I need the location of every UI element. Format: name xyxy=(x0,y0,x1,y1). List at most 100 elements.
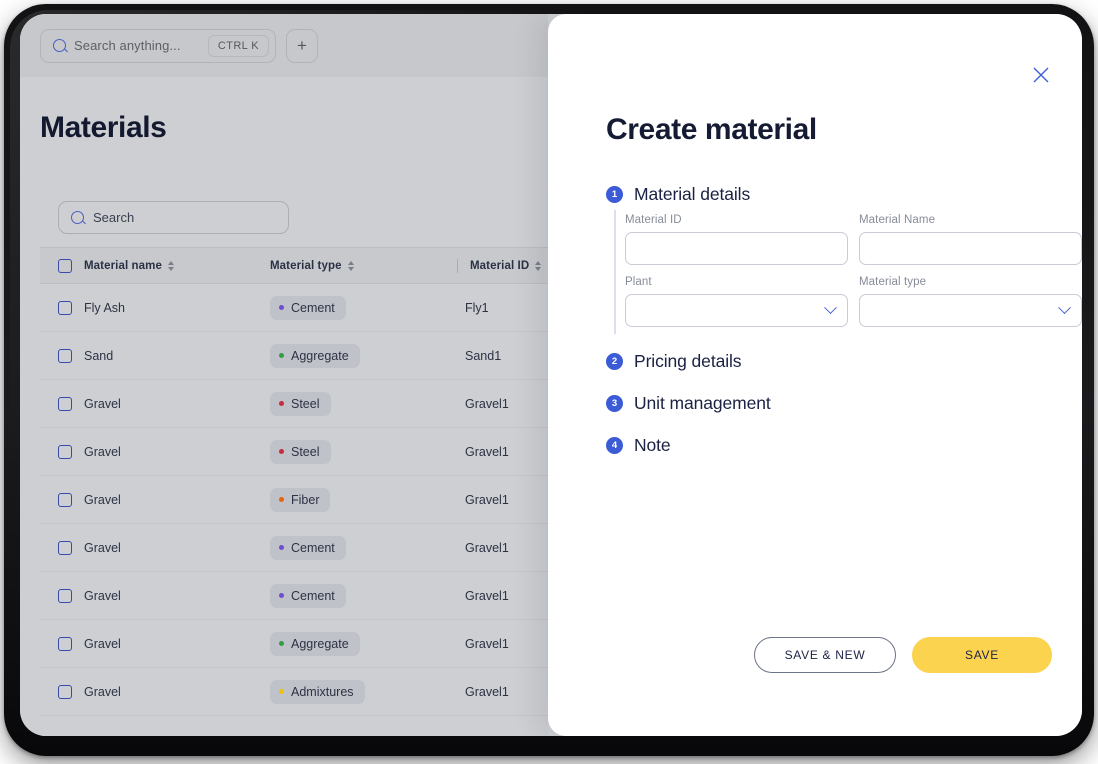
table-search-placeholder: Search xyxy=(93,210,135,225)
checkbox-icon[interactable] xyxy=(58,396,72,411)
table-header-row: Material name Material type Material ID xyxy=(40,247,548,284)
save-button[interactable]: SAVE xyxy=(912,637,1052,673)
cell-material-type: Steel xyxy=(270,391,465,416)
checkbox-icon[interactable] xyxy=(58,258,72,273)
save-and-new-button[interactable]: SAVE & NEW xyxy=(754,637,896,673)
field-label: Material Name xyxy=(859,214,936,226)
cell-material-type: Admixtures xyxy=(270,679,465,704)
step-note[interactable]: 4 Note xyxy=(606,435,671,456)
table-search-row: Search xyxy=(40,187,548,247)
checkbox-icon[interactable] xyxy=(58,636,72,651)
row-checkbox-cell[interactable] xyxy=(58,444,84,459)
cell-material-type: Cement xyxy=(270,583,465,608)
table-row[interactable]: Gravel Cement Gravel1 xyxy=(40,524,548,572)
cell-material-name: Gravel xyxy=(84,492,121,507)
status-dot-icon xyxy=(279,401,284,406)
table-row[interactable]: Gravel Admixtures Gravel1 xyxy=(40,668,548,716)
plant-select[interactable] xyxy=(625,294,848,327)
status-dot-icon xyxy=(279,689,284,694)
step-material-details[interactable]: 1 Material details xyxy=(606,184,750,205)
select-all-checkbox-cell[interactable] xyxy=(58,258,84,273)
column-label: Material name xyxy=(84,259,162,272)
field-label: Plant xyxy=(625,276,652,288)
step-unit-management[interactable]: 3 Unit management xyxy=(606,393,771,414)
table-row[interactable]: Sand Aggregate Sand1 xyxy=(40,332,548,380)
column-divider xyxy=(457,258,458,273)
badge-label: Steel xyxy=(291,444,320,459)
cell-material-id: Fly1 xyxy=(465,300,489,315)
modal-title: Create material xyxy=(606,113,817,146)
material-type-badge: Cement xyxy=(270,535,346,560)
field-label: Material type xyxy=(859,276,927,288)
checkbox-icon[interactable] xyxy=(58,684,72,699)
step-pricing-details[interactable]: 2 Pricing details xyxy=(606,351,742,372)
row-checkbox-cell[interactable] xyxy=(58,636,84,651)
row-checkbox-cell[interactable] xyxy=(58,348,84,363)
step-number-badge: 1 xyxy=(606,186,623,203)
sort-arrows-icon[interactable] xyxy=(535,260,542,271)
cell-material-name: Sand xyxy=(84,348,114,363)
row-checkbox-cell[interactable] xyxy=(58,540,84,555)
material-type-badge: Aggregate xyxy=(270,343,360,368)
row-checkbox-cell[interactable] xyxy=(58,396,84,411)
checkbox-icon[interactable] xyxy=(58,492,72,507)
cell-material-id: Gravel1 xyxy=(465,492,509,507)
status-dot-icon xyxy=(279,449,284,454)
badge-label: Fiber xyxy=(291,492,320,507)
sort-arrows-icon[interactable] xyxy=(347,260,354,271)
row-checkbox-cell[interactable] xyxy=(58,300,84,315)
row-checkbox-cell[interactable] xyxy=(58,588,84,603)
badge-label: Cement xyxy=(291,588,335,603)
sort-arrows-icon[interactable] xyxy=(168,260,174,271)
cell-material-id: Gravel1 xyxy=(465,396,509,411)
material-type-badge: Cement xyxy=(270,583,346,608)
column-header-material-type[interactable]: Material type xyxy=(270,260,465,272)
table-body: Fly Ash Cement Fly1 Sand Aggregate Sand1 Grave… xyxy=(40,284,548,716)
cell-material-name: Gravel xyxy=(84,636,121,651)
cell-material-id: Sand1 xyxy=(465,348,502,363)
table-search-input[interactable]: Search xyxy=(58,201,289,234)
table-row[interactable]: Gravel Steel Gravel1 xyxy=(40,428,548,476)
checkbox-icon[interactable] xyxy=(58,348,72,363)
table-row[interactable]: Gravel Steel Gravel1 xyxy=(40,380,548,428)
checkbox-icon[interactable] xyxy=(58,588,72,603)
status-dot-icon xyxy=(279,497,284,502)
checkbox-icon[interactable] xyxy=(58,300,72,315)
column-header-material-name[interactable]: Material name xyxy=(84,260,270,272)
status-dot-icon xyxy=(279,353,284,358)
checkbox-icon[interactable] xyxy=(58,444,72,459)
step-label: Note xyxy=(634,435,671,455)
badge-label: Aggregate xyxy=(291,348,349,363)
material-name-input[interactable] xyxy=(859,232,1082,265)
column-header-material-id[interactable]: Material ID xyxy=(470,260,548,272)
cell-material-type: Aggregate xyxy=(270,631,465,656)
table-row[interactable]: Gravel Cement Gravel1 xyxy=(40,572,548,620)
material-id-input[interactable] xyxy=(625,232,848,265)
checkbox-icon[interactable] xyxy=(58,540,72,555)
cell-material-type: Steel xyxy=(270,439,465,464)
status-dot-icon xyxy=(279,641,284,646)
table-row[interactable]: Fly Ash Cement Fly1 xyxy=(40,284,548,332)
create-material-panel: Create material 1 Material details Mater… xyxy=(548,14,1082,736)
row-checkbox-cell[interactable] xyxy=(58,684,84,699)
tablet-screen: Search anything... CTRL K + Materials Se… xyxy=(20,14,1082,736)
step-label: Pricing details xyxy=(634,351,742,371)
row-checkbox-cell[interactable] xyxy=(58,492,84,507)
cell-material-id: Gravel1 xyxy=(465,684,509,699)
cell-material-name: Fly Ash xyxy=(84,300,125,315)
chevron-down-icon xyxy=(824,301,837,315)
step-number-badge: 3 xyxy=(606,395,623,412)
field-plant: Plant xyxy=(625,276,848,327)
material-type-badge: Aggregate xyxy=(270,631,360,656)
close-button[interactable] xyxy=(1027,61,1055,89)
page-title: Materials xyxy=(40,111,167,144)
cell-material-id: Gravel1 xyxy=(465,444,509,459)
global-search-input[interactable]: Search anything... CTRL K xyxy=(40,28,276,63)
cell-material-type: Fiber xyxy=(270,487,465,512)
add-button[interactable]: + xyxy=(286,28,318,63)
badge-label: Admixtures xyxy=(291,684,354,699)
material-type-select[interactable] xyxy=(859,294,1082,327)
table-row[interactable]: Gravel Fiber Gravel1 xyxy=(40,476,548,524)
table-row[interactable]: Gravel Aggregate Gravel1 xyxy=(40,620,548,668)
status-dot-icon xyxy=(279,593,284,598)
